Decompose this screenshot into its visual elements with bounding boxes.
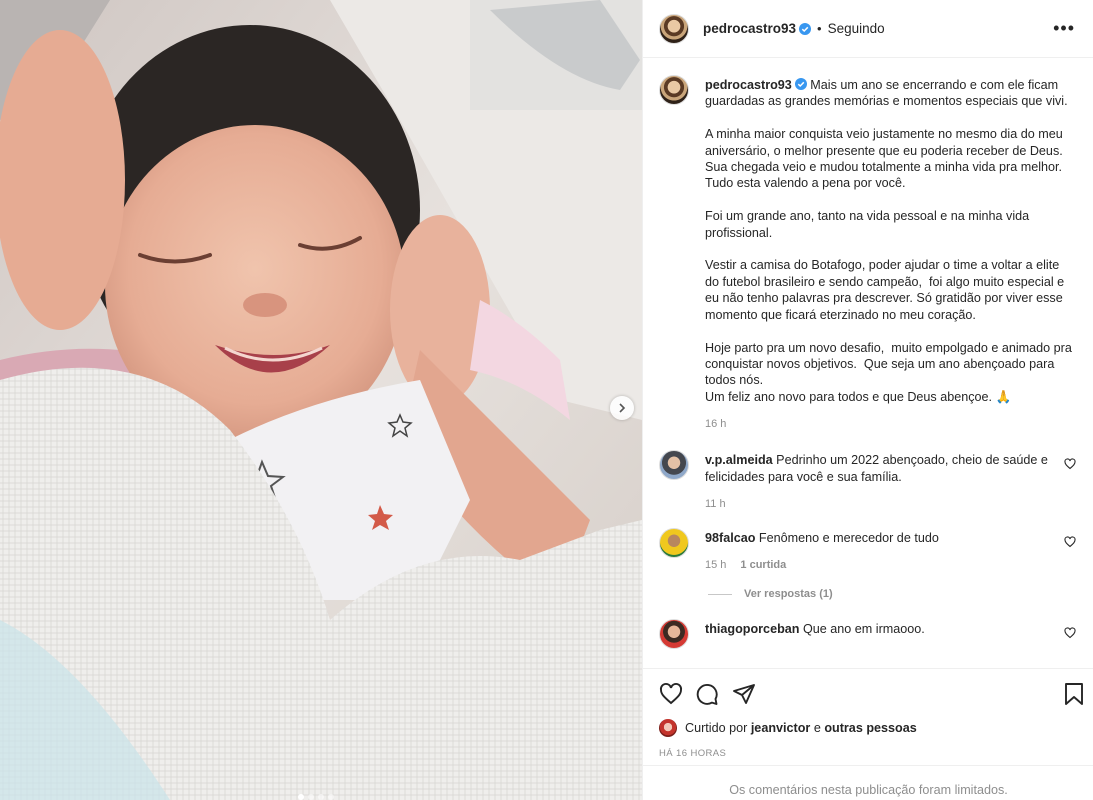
separator: • xyxy=(817,21,822,36)
comment-icon[interactable] xyxy=(695,682,719,706)
post-side-panel: pedrocastro93 • Seguindo ••• pedrocastro… xyxy=(642,0,1093,800)
author-username[interactable]: pedrocastro93 xyxy=(703,21,796,36)
list-item: v.p.almeida Pedrinho um 2022 abençoado, … xyxy=(659,450,1078,510)
liked-by: Curtido por jeanvictor e outras pessoas xyxy=(659,719,917,737)
avatar[interactable] xyxy=(659,719,677,737)
comment-likes-count[interactable]: 1 curtida xyxy=(740,559,786,571)
carousel-dot xyxy=(318,794,324,800)
bookmark-icon[interactable] xyxy=(1063,682,1085,706)
caption-text: pedrocastro93 Mais um ano se encerrando … xyxy=(705,77,1075,405)
post-caption: pedrocastro93 Mais um ano se encerrando … xyxy=(659,75,1078,430)
next-photo-button[interactable] xyxy=(610,396,634,420)
avatar[interactable] xyxy=(659,13,689,44)
post-timestamp[interactable]: HÁ 16 HORAS xyxy=(659,748,726,759)
verified-badge-icon xyxy=(794,78,807,90)
comment-body: Que ano em irmaooo. xyxy=(802,622,925,637)
post-photo xyxy=(0,0,642,800)
baby-photo-image xyxy=(0,0,642,800)
like-comment-heart-icon[interactable] xyxy=(1064,627,1076,639)
comment-time[interactable]: 11 h xyxy=(705,498,726,510)
comments-section: pedrocastro93 Mais um ano se encerrando … xyxy=(643,59,1093,667)
avatar[interactable] xyxy=(659,75,689,105)
post-header: pedrocastro93 • Seguindo ••• xyxy=(643,0,1093,58)
liked-by-conj: e xyxy=(813,721,821,735)
avatar[interactable] xyxy=(659,527,689,558)
view-replies-button[interactable]: Ver respostas (1) xyxy=(708,588,1078,600)
comment-text: v.p.almeida Pedrinho um 2022 abençoado, … xyxy=(705,452,1075,485)
like-comment-heart-icon[interactable] xyxy=(1064,458,1076,470)
comment-body: Fenômeno e merecedor de tudo xyxy=(758,530,939,545)
caption-body: Mais um ano se encerrando e com ele fica… xyxy=(705,78,1072,404)
comment-username[interactable]: thiagoporceban xyxy=(705,622,799,636)
list-item: 98falcao Fenômeno e merecedor de tudo 15… xyxy=(659,527,1078,571)
carousel-dot xyxy=(328,794,334,800)
comment-meta: 11 h xyxy=(705,498,1075,510)
liked-by-prefix: Curtido por xyxy=(685,721,748,735)
comment-time[interactable]: 15 h xyxy=(705,559,726,571)
comment-meta: 15 h 1 curtida xyxy=(705,559,1075,571)
replies-divider xyxy=(708,593,732,595)
comment-username[interactable]: 98falcao xyxy=(705,531,755,545)
caption-author[interactable]: pedrocastro93 xyxy=(705,78,792,92)
more-options-icon[interactable]: ••• xyxy=(1053,19,1075,37)
liked-by-others[interactable]: outras pessoas xyxy=(824,721,916,735)
carousel-indicator xyxy=(298,794,334,800)
avatar[interactable] xyxy=(659,619,689,650)
verified-badge-icon xyxy=(799,22,812,35)
share-icon[interactable] xyxy=(732,682,756,706)
post-header-info: pedrocastro93 • Seguindo xyxy=(703,21,885,36)
follow-status-button[interactable]: Seguindo xyxy=(828,21,885,36)
chevron-right-icon xyxy=(619,403,626,413)
caption-meta: 16 h xyxy=(705,418,1075,430)
list-item: thiagoporceban Que ano em irmaooo. xyxy=(659,619,1078,650)
comment-text: 98falcao Fenômeno e merecedor de tudo xyxy=(705,530,1075,546)
carousel-dot xyxy=(298,794,304,800)
view-replies-label: Ver respostas (1) xyxy=(744,588,833,601)
carousel-dot xyxy=(308,794,314,800)
comment-text: thiagoporceban Que ano em irmaooo. xyxy=(705,621,1075,637)
like-comment-heart-icon[interactable] xyxy=(1064,536,1076,548)
action-bar xyxy=(643,668,1093,718)
comments-limited-notice: Os comentários nesta publicação foram li… xyxy=(643,765,1093,800)
avatar[interactable] xyxy=(659,450,689,481)
heart-icon[interactable] xyxy=(659,682,683,706)
comment-username[interactable]: v.p.almeida xyxy=(705,453,773,467)
liked-by-user[interactable]: jeanvictor xyxy=(751,721,811,735)
caption-time[interactable]: 16 h xyxy=(705,418,726,430)
